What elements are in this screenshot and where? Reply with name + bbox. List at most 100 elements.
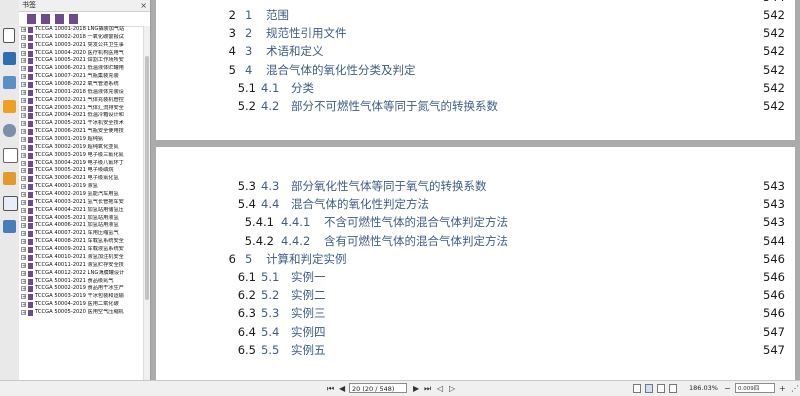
toc-link-title[interactable]: 含有可燃性气体的混合气体判定方法 <box>324 232 508 250</box>
toc-link-title[interactable]: 实例四 <box>291 323 326 341</box>
attachments-icon[interactable] <box>3 124 16 137</box>
toc-link-number[interactable]: 2 <box>245 24 252 42</box>
bookmark-item[interactable]: + TCCGA 40001-2019 液氢 <box>19 183 143 191</box>
signature-icon[interactable] <box>3 148 18 163</box>
toc-link-number[interactable]: 4 <box>245 61 252 79</box>
bookmark-rail-icon[interactable] <box>3 52 16 65</box>
expand-plus-icon[interactable]: + <box>21 82 26 88</box>
layers-icon[interactable] <box>3 76 16 89</box>
next-page-icon[interactable]: ▶ <box>413 384 419 393</box>
toc-link-title[interactable]: 分类 <box>291 79 314 97</box>
expand-plus-icon[interactable]: + <box>21 270 26 276</box>
bookmark-item[interactable]: + TCCGA 40002-2019 氢能汽车用氢 <box>19 191 143 199</box>
toc-link-title[interactable]: 实例三 <box>291 304 326 322</box>
toc-row[interactable]: 6.5 5.5 实例五 547 <box>156 341 795 359</box>
single-page-view-icon[interactable] <box>633 384 641 393</box>
toc-link-number[interactable]: 5.3 <box>261 304 279 322</box>
toc-link-title[interactable]: 混合气体的氧化性判定方法 <box>291 195 429 213</box>
expand-plus-icon[interactable]: + <box>21 27 26 33</box>
bookmark-item[interactable]: + TCCGA 50004-2019 医用二氧化碳 <box>19 301 143 309</box>
last-page-icon[interactable]: ⏭ <box>424 384 431 393</box>
toc-row[interactable]: 5.4.2 4.4.2 含有可燃性气体的混合气体判定方法 544 <box>156 232 795 250</box>
toc-link-title[interactable]: 范围 <box>266 6 289 24</box>
bookmark-item[interactable]: + TCCGA 30004-2019 电子级八氟环丁 <box>19 160 143 168</box>
expand-plus-icon[interactable]: + <box>21 42 26 48</box>
expand-plus-icon[interactable]: + <box>21 89 26 95</box>
toc-link-title[interactable]: 部分不可燃性气体等同于氮气的转换系数 <box>291 97 498 115</box>
bookmark-item[interactable]: + TCCGA 20002-2021 气体充装机管控 <box>19 97 143 105</box>
facing-view-icon[interactable] <box>657 384 665 393</box>
new-bookmark-icon[interactable] <box>27 14 36 24</box>
expand-plus-icon[interactable]: + <box>21 302 26 308</box>
toc-link-number[interactable]: 5.2 <box>261 286 279 304</box>
toc-row[interactable]: 5.4.1 4.4.1 不含可燃性气体的混合气体判定方法 543 <box>156 213 795 231</box>
toc-row[interactable]: 4 3 术语和定义 542 <box>156 42 795 60</box>
bookmark-item[interactable]: + TCCGA 20001-2018 低温液体充装设 <box>19 89 143 97</box>
expand-plus-icon[interactable]: + <box>21 34 26 40</box>
toc-link-number[interactable]: 4.3 <box>261 177 279 195</box>
expand-plus-icon[interactable]: + <box>21 58 26 64</box>
pages-icon[interactable] <box>3 28 15 43</box>
toc-link-number[interactable]: 4.1 <box>261 79 279 97</box>
toc-link-title[interactable]: 混合气体的氧化性分类及判定 <box>266 61 416 79</box>
security-icon[interactable] <box>3 172 16 185</box>
bookmark-item[interactable]: + TCCGA 40008-2021 车载氢系统安全 <box>19 238 143 246</box>
bookmark-item[interactable]: + TCCGA 10008-2022 氧气管道系统 <box>19 81 143 89</box>
fields-icon[interactable] <box>3 196 18 211</box>
expand-plus-icon[interactable]: + <box>21 160 26 166</box>
bookmark-item[interactable]: + TCCGA 40004-2021 加氢站用储氢压 <box>19 207 143 215</box>
toc-link-number[interactable]: 4.4.1 <box>281 213 310 231</box>
bookmark-item[interactable]: + TCCGA 40005-2021 加氢站用液氢 <box>19 215 143 223</box>
expand-plus-icon[interactable]: + <box>21 278 26 284</box>
expand-plus-icon[interactable]: + <box>21 97 26 103</box>
bookmark-item[interactable]: + TCCGA 40010-2021 液氢加注机安全 <box>19 254 143 262</box>
toc-link-title[interactable]: 规范性引用文件 <box>266 24 347 42</box>
bookmark-item[interactable]: + TCCGA 10004-2020 医疗机构医用气 <box>19 50 143 58</box>
toc-link-number[interactable]: 5.4 <box>261 323 279 341</box>
bookmark-item[interactable]: + TCCGA 40012-2022 LNG薄膜罐设计 <box>19 270 143 278</box>
expand-plus-icon[interactable]: + <box>21 192 26 198</box>
toc-link-title[interactable]: 术语和定义 <box>266 42 324 60</box>
expand-plus-icon[interactable]: + <box>21 137 26 143</box>
bookmark-item[interactable]: + TCCGA 40011-2021 液氢贮存安全技 <box>19 262 143 270</box>
expand-bookmark-icon[interactable] <box>55 14 64 24</box>
expand-plus-icon[interactable]: + <box>21 207 26 213</box>
bookmark-item[interactable]: + TCCGA 30006-2021 电子级氯化氢 <box>19 175 143 183</box>
resize-grip-icon[interactable]: ⋰ <box>791 384 799 393</box>
bookmark-item[interactable]: + TCCGA 50001-2021 食品级氮气 <box>19 278 143 286</box>
toc-row[interactable]: 2 1 范围 542 <box>156 6 795 24</box>
expand-plus-icon[interactable]: + <box>21 262 26 268</box>
toc-link-title[interactable]: 不含可燃性气体的混合气体判定方法 <box>324 213 508 231</box>
comments-icon[interactable] <box>3 100 16 113</box>
expand-plus-icon[interactable]: + <box>21 50 26 56</box>
zoom-out-icon[interactable]: − <box>724 384 731 393</box>
toc-row[interactable]: 5 4 混合气体的氧化性分类及判定 542 <box>156 61 795 79</box>
expand-plus-icon[interactable]: + <box>21 231 26 237</box>
toc-link-title[interactable]: 计算和判定实例 <box>266 250 347 268</box>
bookmark-item[interactable]: + TCCGA 20004-2021 低温冷箱设计和 <box>19 112 143 120</box>
toc-link-number[interactable]: 5 <box>245 250 252 268</box>
toc-link-number[interactable]: 3 <box>245 42 252 60</box>
expand-plus-icon[interactable]: + <box>21 74 26 80</box>
bookmark-item[interactable]: + TCCGA 20006-2021 气瓶安全使用技 <box>19 128 143 136</box>
bookmark-item[interactable]: + TCCGA 50005-2020 医用空气压缩机 <box>19 309 143 317</box>
bookmark-item[interactable]: + TCCGA 10003-2021 突发公共卫生事 <box>19 42 143 50</box>
expand-plus-icon[interactable]: + <box>21 105 26 111</box>
toc-link-number[interactable]: 1 <box>245 6 252 24</box>
forward-icon[interactable]: ▷ <box>449 384 455 393</box>
expand-plus-icon[interactable]: + <box>21 239 26 245</box>
expand-plus-icon[interactable]: + <box>21 247 26 253</box>
bookmark-item[interactable]: + TCCGA 40006-2021 加氢站用液氢 <box>19 222 143 230</box>
expand-plus-icon[interactable]: + <box>21 254 26 260</box>
page-number-input[interactable]: 20 (20 / 548) <box>349 383 407 393</box>
bookmark-item[interactable]: + TCCGA 30002-2019 超纯氧化亚氮 <box>19 144 143 152</box>
bookmark-item[interactable]: + TCCGA 10007-2021 气瓶集装充装 <box>19 73 143 81</box>
bookmarks-scrollbar-thumb[interactable] <box>145 56 149 300</box>
back-icon[interactable]: ◁ <box>437 384 443 393</box>
toc-row[interactable]: 5.4 4.4 混合气体的氧化性判定方法 543 <box>156 195 795 213</box>
expand-plus-icon[interactable]: + <box>21 215 26 221</box>
expand-plus-icon[interactable]: + <box>21 168 26 174</box>
toc-link-title[interactable]: 实例一 <box>291 268 326 286</box>
toc-row[interactable]: 5.1 4.1 分类 542 <box>156 79 795 97</box>
bookmark-item[interactable]: + TCCGA 10006-2021 低温液体贮罐用 <box>19 65 143 73</box>
